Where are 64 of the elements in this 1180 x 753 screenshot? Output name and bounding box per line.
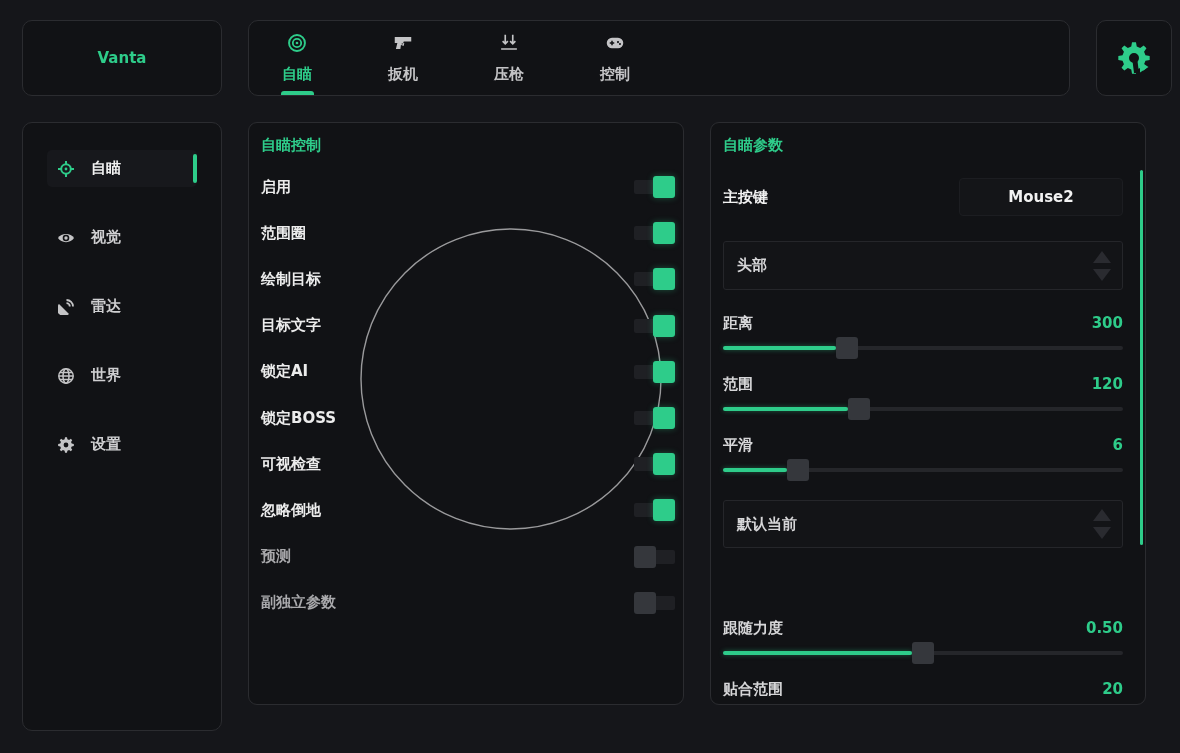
sidebar-item[interactable]: 世界 [47, 357, 197, 394]
toggle-label: 忽略倒地 [261, 500, 321, 520]
toggle-label: 启用 [261, 177, 291, 197]
slider-label: 距离 [723, 313, 753, 333]
slider-thumb[interactable] [836, 337, 859, 359]
toggle-switch[interactable] [634, 314, 675, 337]
toggle-switch[interactable] [634, 453, 675, 476]
toggle-label: 绘制目标 [261, 269, 321, 289]
dropdown[interactable]: 默认当前 [723, 500, 1123, 548]
slider-value: 0.50 [1086, 619, 1123, 637]
toggle-label: 可视检查 [261, 454, 321, 474]
settings-button[interactable] [1096, 20, 1172, 96]
up-down-arrows-icon [1092, 508, 1112, 540]
toggle-switch[interactable] [634, 222, 675, 245]
keybind-button[interactable]: Mouse2 [959, 178, 1123, 216]
target-icon [288, 34, 306, 52]
tab[interactable]: 控制 [567, 21, 663, 95]
toggle-switch[interactable] [634, 545, 675, 568]
toggle-label: 目标文字 [261, 316, 321, 336]
keybind-label: 主按键 [723, 187, 768, 207]
toggle-label: 副独立参数 [261, 593, 336, 613]
toggle-switch[interactable] [634, 407, 675, 430]
tab[interactable]: 自瞄 [249, 21, 345, 95]
brand-name: Vanta [97, 49, 147, 67]
toggle-switch[interactable] [634, 499, 675, 522]
settings-icon [1118, 42, 1150, 74]
dropdown[interactable]: 头部 [723, 241, 1123, 290]
panel-title: 自瞄参数 [723, 136, 784, 154]
scrollbar[interactable] [1140, 170, 1143, 545]
slider-thumb[interactable] [912, 642, 934, 664]
tab[interactable]: 扳机 [355, 21, 451, 95]
active-tab-underline [280, 91, 314, 95]
up-down-arrows-icon [1092, 249, 1112, 282]
settings-icon [58, 436, 74, 453]
sidebar-item[interactable]: 视觉 [47, 219, 197, 256]
down-arrows-icon [500, 34, 518, 52]
slider-thumb[interactable] [847, 398, 870, 420]
slider-label: 跟随力度 [723, 618, 783, 638]
crosshair-icon [58, 160, 74, 177]
satellite-dish-icon [58, 298, 74, 315]
slider-label: 范围 [723, 374, 753, 394]
toggle-label: 锁定AI [261, 362, 309, 382]
slider-label: 平滑 [723, 435, 753, 455]
toggle-label: 锁定BOSS [261, 408, 337, 428]
pistol-icon [394, 34, 412, 52]
toggle-label: 范围圈 [261, 223, 306, 243]
slider-value: 20 [1102, 680, 1123, 698]
sidebar-item[interactable]: 雷达 [47, 288, 197, 325]
toggle-switch[interactable] [634, 176, 675, 199]
slider-value: 6 [1112, 436, 1123, 454]
panel-title: 自瞄控制 [261, 136, 322, 154]
toggle-label: 预测 [261, 547, 291, 567]
slider-thumb[interactable] [787, 459, 810, 481]
toggle-switch[interactable] [634, 591, 675, 614]
globe-icon [58, 367, 74, 384]
tab[interactable]: 压枪 [461, 21, 557, 95]
toggle-switch[interactable] [634, 268, 675, 291]
active-item-indicator [193, 154, 197, 183]
slider-value: 120 [1091, 375, 1123, 393]
toggle-switch[interactable] [634, 360, 675, 383]
sidebar-item[interactable]: 设置 [47, 426, 197, 463]
slider-label: 贴合范围 [723, 679, 783, 699]
slider-value: 300 [1091, 314, 1123, 332]
sidebar-item[interactable]: 自瞄 [47, 150, 197, 187]
